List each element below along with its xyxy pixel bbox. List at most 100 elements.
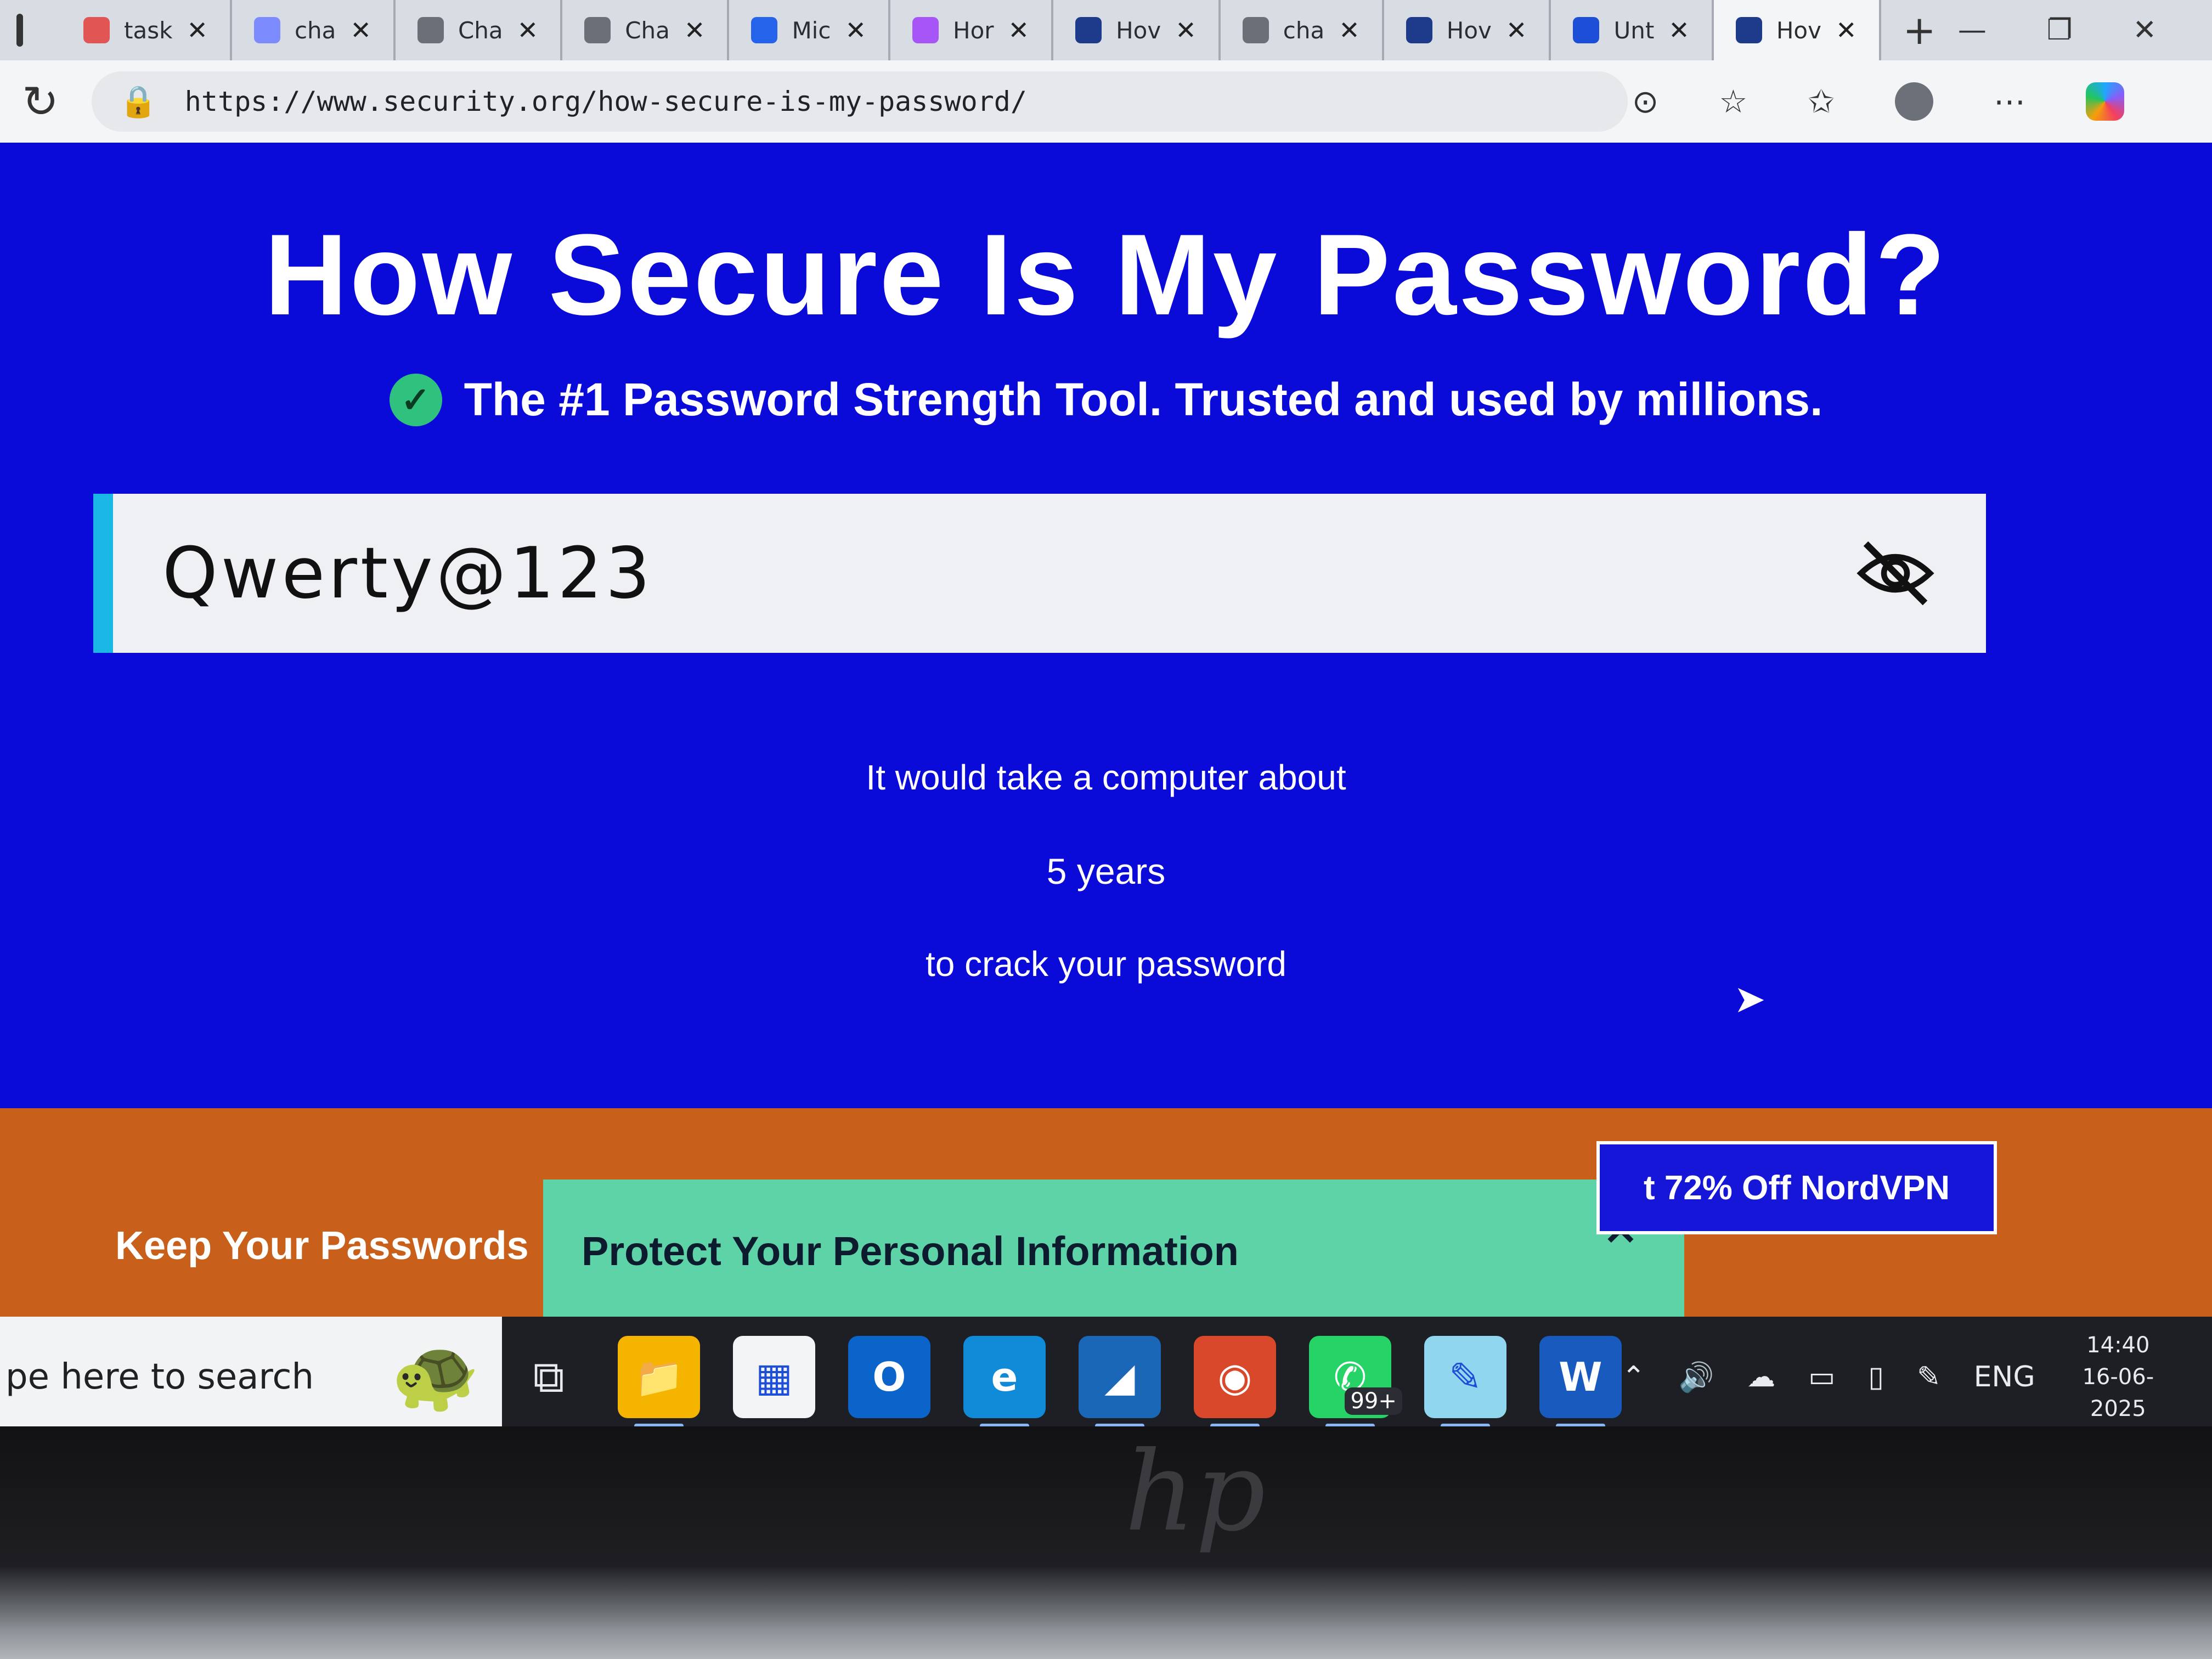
promo-left-heading: Keep Your Passwords (115, 1224, 529, 1268)
subtitle: ✓ The #1 Password Strength Tool. Trusted… (0, 373, 2212, 426)
result-prefix: It would take a computer about (866, 758, 1346, 797)
close-window-icon[interactable]: ✕ (2132, 14, 2157, 47)
tab-label: Cha (458, 16, 503, 44)
page-content: How Secure Is My Password? ✓ The #1 Pass… (0, 143, 2212, 1108)
close-tab-icon[interactable]: ✕ (1175, 15, 1197, 45)
minimize-icon[interactable]: — (1958, 14, 1987, 47)
toolbar-actions: ⊙ ☆ ✩ ⋯ (1632, 82, 2190, 121)
language-indicator[interactable]: ENG (1974, 1361, 2035, 1393)
new-tab-button[interactable]: + (1881, 7, 1958, 53)
turtle-icon: 🐢 (391, 1333, 480, 1417)
clock[interactable]: 14:40 16-06-2025 (2068, 1329, 2168, 1425)
crack-time: 5 years (1046, 851, 1166, 891)
browser-tab[interactable]: Mic ✕ (729, 0, 890, 60)
tab-label: Unt (1613, 16, 1655, 44)
task-view-icon[interactable]: ⧉ (502, 1351, 596, 1403)
taskbar-search-box[interactable]: pe here to search 🐢 (0, 1317, 502, 1437)
tab-label: cha (294, 16, 336, 44)
copilot-icon (912, 17, 939, 43)
wireshark-icon[interactable]: ◢ (1078, 1336, 1161, 1428)
volume-icon[interactable]: 🔊 (1678, 1361, 1714, 1394)
password-input[interactable] (162, 532, 1854, 614)
password-field-container (93, 494, 1986, 653)
profile-avatar[interactable] (1895, 82, 1933, 121)
chatgpt-icon (584, 17, 611, 43)
tab-label: Hov (1776, 16, 1821, 44)
tab-label: Mic (792, 16, 831, 44)
outlook-icon[interactable]: O (848, 1336, 930, 1418)
laptop-bezel (0, 1426, 2212, 1659)
close-tab-icon[interactable]: ✕ (517, 15, 539, 45)
promo-panel-title: Protect Your Personal Information (582, 1228, 1239, 1274)
close-tab-icon[interactable]: ✕ (1339, 15, 1360, 45)
browser-tab[interactable]: Hov ✕ (1053, 0, 1221, 60)
browser-tab[interactable]: task ✕ (61, 0, 232, 60)
tab-label: Hor (952, 16, 994, 44)
browser-tab[interactable]: Cha ✕ (396, 0, 563, 60)
security-org-icon (1406, 17, 1432, 43)
pinned-apps: 📁 ▦ Oe ◢ ◉ ✆ 99+ ✎ W (596, 1336, 1622, 1428)
browser-tab[interactable]: Hor ✕ (890, 0, 1054, 60)
close-tab-icon[interactable]: ✕ (684, 15, 706, 45)
clock-date: 16-06-2025 (2082, 1364, 2154, 1421)
subtitle-text: The #1 Password Strength Tool. Trusted a… (464, 374, 1823, 425)
copilot-icon[interactable] (2086, 82, 2124, 121)
close-tab-icon[interactable]: ✕ (845, 15, 866, 45)
whatsapp-icon[interactable]: ✆ 99+ (1308, 1336, 1402, 1428)
windows-taskbar: pe here to search 🐢 ⧉ 📁 ▦ Oe ◢ ◉ ✆ 99+ ✎ W ⌃ 🔊 ☁… (0, 1317, 2212, 1437)
protect-info-panel[interactable]: Protect Your Personal Information ⌃ (543, 1180, 1684, 1322)
battery-icon[interactable]: ▭ (1808, 1361, 1835, 1393)
show-hidden-icons-chevron-icon[interactable]: ⌃ (1622, 1361, 1646, 1393)
security-org-icon (1075, 17, 1102, 43)
browser-tab[interactable]: cha ✕ (1221, 0, 1384, 60)
more-options-icon[interactable]: ⋯ (1994, 83, 2025, 120)
lock-icon[interactable]: 🔒 (119, 83, 157, 120)
chatgpt-icon (417, 17, 444, 43)
chrome-icon[interactable]: ◉ (1193, 1336, 1276, 1428)
notification-badge: 99+ (1345, 1387, 1402, 1415)
browser-tab[interactable]: Unt ✕ (1551, 0, 1714, 60)
tab-label: task (124, 16, 173, 44)
browser-tab[interactable]: Hov ✕ (1384, 0, 1551, 60)
browser-tab[interactable]: Cha ✕ (562, 0, 730, 60)
edge-icon[interactable]: e (963, 1336, 1046, 1428)
laptop-screen: task ✕ cha ✕ Cha ✕ Cha ✕ Mic ✕ Hor ✕ Hov ✕ cha ✕ Hov ✕ Unt… (0, 0, 2212, 1437)
tab-list: task ✕ cha ✕ Cha ✕ Cha ✕ Mic ✕ Hor ✕ Hov ✕ cha ✕ Hov ✕ Unt… (61, 0, 1881, 60)
file-explorer-icon[interactable]: 📁 (617, 1336, 700, 1428)
word-icon[interactable]: W (1539, 1336, 1622, 1428)
read-aloud-icon[interactable]: ⊙ (1632, 83, 1659, 120)
window-controls: — ❐ ✕ (1958, 14, 2212, 47)
tab-sidebar-icon[interactable] (16, 14, 23, 47)
browser-tab-strip: task ✕ cha ✕ Cha ✕ Cha ✕ Mic ✕ Hor ✕ Hov ✕ cha ✕ Hov ✕ Unt… (0, 0, 2212, 60)
tab-label: Hov (1446, 16, 1492, 44)
tab-label: Cha (625, 16, 670, 44)
pdf-icon (83, 17, 110, 43)
address-bar[interactable]: 🔒 https://www.security.org/how-secure-is… (92, 71, 1628, 132)
pen-workspace-icon[interactable]: ✎ (1917, 1361, 1941, 1393)
restore-icon[interactable]: ❐ (2047, 14, 2073, 47)
nordvpn-offer-button[interactable]: t 72% Off NordVPN (1596, 1141, 1997, 1234)
network-icon[interactable]: ☁ (1747, 1361, 1775, 1393)
search-favicon (253, 17, 280, 43)
hp-logo: hp (1125, 1428, 1266, 1556)
close-tab-icon[interactable]: ✕ (1836, 15, 1857, 45)
favorite-star-icon[interactable]: ☆ (1719, 83, 1747, 120)
browser-toolbar: ↻ 🔒 https://www.security.org/how-secure-… (0, 60, 2212, 143)
browser-tab[interactable]: Hov ✕ (1713, 0, 1881, 60)
docs-icon (1573, 17, 1600, 43)
system-tray: ⌃ 🔊 ☁ ▭ ▯ ✎ ENG 14:40 16-06-2025 (1622, 1329, 2212, 1425)
notepad-icon[interactable]: ✎ (1424, 1336, 1506, 1428)
browser-tab[interactable]: cha ✕ (232, 0, 396, 60)
favorites-list-icon[interactable]: ✩ (1808, 83, 1835, 120)
close-tab-icon[interactable]: ✕ (187, 15, 208, 45)
close-tab-icon[interactable]: ✕ (1668, 15, 1690, 45)
microsoft-store-icon[interactable]: ▦ (732, 1336, 815, 1418)
meet-now-icon[interactable]: ▯ (1868, 1361, 1884, 1393)
close-tab-icon[interactable]: ✕ (350, 15, 371, 45)
clock-time: 14:40 (2086, 1333, 2150, 1358)
reload-icon[interactable]: ↻ (22, 76, 59, 127)
close-tab-icon[interactable]: ✕ (1008, 15, 1030, 45)
search-favicon (1242, 17, 1269, 43)
hide-password-eye-icon[interactable] (1854, 532, 1937, 614)
close-tab-icon[interactable]: ✕ (1506, 15, 1527, 45)
